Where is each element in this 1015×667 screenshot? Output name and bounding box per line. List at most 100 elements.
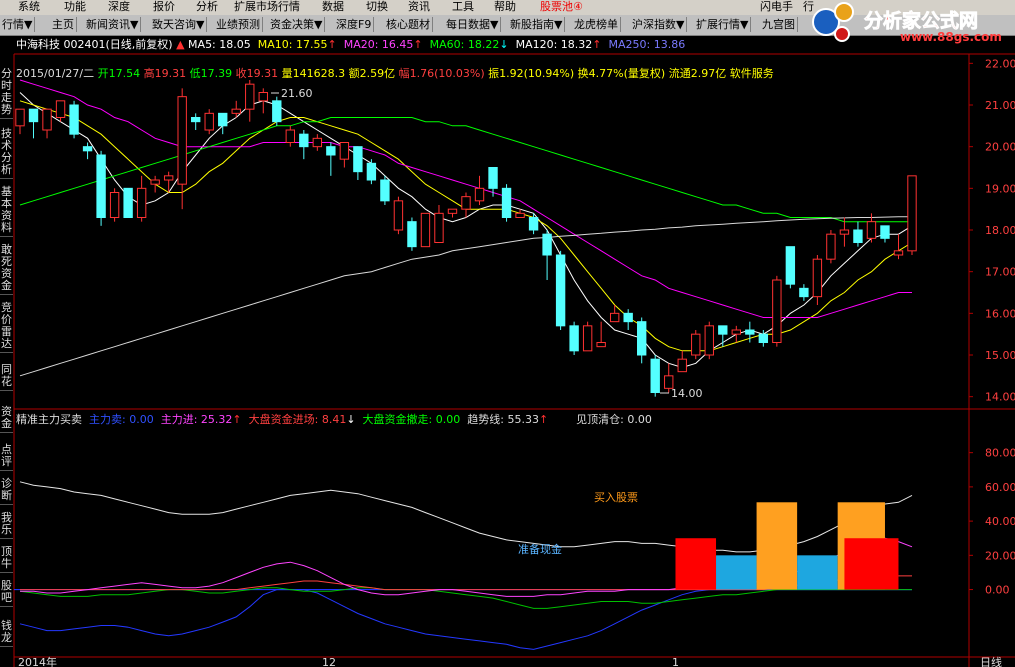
candle-body	[555, 254, 566, 327]
tb-index[interactable]: 沪深指数▼	[630, 17, 688, 32]
indicator-big-in: 大盘资金进场: 8.41	[248, 413, 347, 426]
indicator-name: 精准主力买卖	[16, 413, 82, 426]
tb-nine-grid[interactable]: 九宫图	[760, 17, 798, 32]
signal-block	[797, 555, 838, 590]
tb-ipo-guide[interactable]: 新股指南▼	[508, 17, 566, 32]
min-price-label: 14.00	[671, 387, 703, 400]
candle-body	[812, 258, 823, 298]
candle-body	[69, 104, 79, 135]
menu-news[interactable]: 资讯	[408, 0, 430, 14]
sidebar-item-technical[interactable]: 技术分析	[0, 128, 13, 179]
candle-body	[677, 358, 687, 373]
tb-consult[interactable]: 致天咨询▼	[150, 17, 208, 32]
menu-function[interactable]: 功能	[64, 0, 86, 14]
candle-body	[326, 146, 336, 156]
line-ma120	[19, 216, 912, 377]
signal-block	[716, 555, 757, 590]
line-ma10	[19, 100, 913, 352]
menu-switch[interactable]: 切换	[366, 0, 388, 14]
tb-daily-data[interactable]: 每日数据▼	[444, 17, 502, 32]
candle-body	[299, 133, 309, 148]
ma5-value: MA5: 18.05	[188, 38, 251, 51]
candle-body	[353, 146, 363, 173]
price-tick-label: 20.00	[985, 141, 1015, 154]
candle-body	[447, 208, 458, 214]
info-close: 收19.31	[235, 67, 279, 80]
candle-body	[42, 108, 52, 131]
indicator-blocks	[675, 502, 899, 590]
tb-extended-quotes[interactable]: 扩展行情▼	[694, 17, 752, 32]
tb-news[interactable]: 新闻资讯▼	[84, 17, 142, 32]
candle-body	[488, 167, 498, 189]
menu-data[interactable]: 数据	[322, 0, 344, 14]
indicator-header: 精准主力买卖 主力卖: 0.00 主力进: 25.32↑ 大盘资金进场: 8.4…	[16, 413, 652, 426]
menu-tools[interactable]: 工具	[452, 0, 474, 14]
sidebar-item-guba[interactable]: 股吧	[0, 580, 13, 607]
candles	[15, 80, 917, 397]
candle-body	[28, 108, 39, 123]
candle-body	[285, 129, 295, 143]
sidebar-item-wole[interactable]: 我乐	[0, 512, 13, 539]
info-industry: 软件服务	[729, 67, 774, 80]
candle-body	[123, 187, 133, 218]
menu-stock-pool[interactable]: 股票池④	[540, 0, 583, 14]
menu-quote[interactable]: 报价	[153, 0, 175, 14]
max-price-label: 21.60	[281, 87, 313, 100]
info-date: 2015/01/27/二	[16, 67, 95, 80]
sidebar-item-diagnosis[interactable]: 诊断	[0, 478, 13, 505]
menu-analysis[interactable]: 分析	[196, 0, 218, 14]
main-buy-line	[20, 537, 913, 597]
price-tick-label: 14.00	[985, 391, 1015, 404]
kline-chart[interactable]: 22.00 21.00 20.00 19.00 18.00 17.00 16.00 15.00…	[0, 0, 1015, 667]
indicator-main-buy: 主力进: 25.32	[160, 413, 233, 426]
menu-flash-trader[interactable]: 闪电手	[760, 0, 793, 14]
ind-tick-label: 0.00	[985, 584, 1010, 597]
sidebar-item-dingniu[interactable]: 顶牛	[0, 546, 13, 573]
info-change: 幅1.76(10.03%)	[398, 67, 485, 80]
tb-forecast[interactable]: 业绩预测	[214, 17, 263, 32]
ma-lines	[19, 79, 913, 377]
tb-fund-decision[interactable]: 资金决策▼	[268, 17, 326, 32]
indicator-trend: 趋势线: 55.33	[467, 413, 539, 426]
candle-body	[907, 175, 917, 252]
month-1-label: 1	[672, 656, 679, 667]
period-label: 日线	[980, 655, 1002, 667]
candle-body	[866, 221, 877, 239]
candle-body	[799, 287, 809, 298]
candle-body	[515, 212, 525, 218]
sidebar-item-review[interactable]: 点评	[0, 444, 13, 471]
tb-quotes[interactable]: 行情▼	[0, 17, 36, 32]
candle-body	[569, 325, 579, 352]
candle-body	[434, 212, 444, 243]
ma120-value: MA120: 18.32	[515, 38, 593, 51]
stock-header: 中海科技 002401(日线,前复权) ▲ MA5: 18.05 MA10: 1…	[16, 38, 686, 51]
ind-tick-label: 20.00	[985, 549, 1015, 562]
sidebar-item-qianlong[interactable]: 钱龙	[0, 620, 13, 647]
sidebar-item-tonghua[interactable]: 同花	[0, 364, 13, 391]
sidebar-item-basic-info[interactable]: 基本资料	[0, 186, 13, 237]
candle-body	[339, 142, 350, 160]
candle-body	[312, 137, 323, 148]
menu-help[interactable]: 帮助	[494, 0, 516, 14]
candle-body	[609, 312, 620, 323]
candle-body	[82, 146, 93, 152]
sidebar-item-dare-fund[interactable]: 敢死资金	[0, 244, 13, 295]
sidebar-item-auction-radar[interactable]: 竞价雷达	[0, 302, 13, 353]
menu-depth[interactable]: 深度	[108, 0, 130, 14]
menu-system[interactable]: 系统	[18, 0, 40, 14]
logo-url: www.88gs.com	[900, 30, 1002, 44]
fund-out-line	[19, 587, 912, 609]
menu-extended-market[interactable]: 扩展市场行情	[234, 0, 300, 14]
candle-body	[650, 358, 660, 393]
candle-body	[461, 196, 471, 210]
tb-depth-f9[interactable]: 深度F9	[334, 17, 375, 32]
candle-body	[785, 246, 796, 285]
sidebar-item-intraday[interactable]: 分时走势	[0, 68, 13, 119]
tb-core-theme[interactable]: 核心题材	[384, 17, 433, 32]
info-volume: 量141628.3	[281, 67, 346, 80]
sidebar-item-funds[interactable]: 资金	[0, 406, 13, 433]
month-12-label: 12	[322, 656, 336, 667]
tb-home[interactable]: 主页	[50, 17, 77, 32]
tb-dragon-tiger[interactable]: 龙虎榜单	[572, 17, 621, 32]
candle-body	[420, 212, 431, 248]
